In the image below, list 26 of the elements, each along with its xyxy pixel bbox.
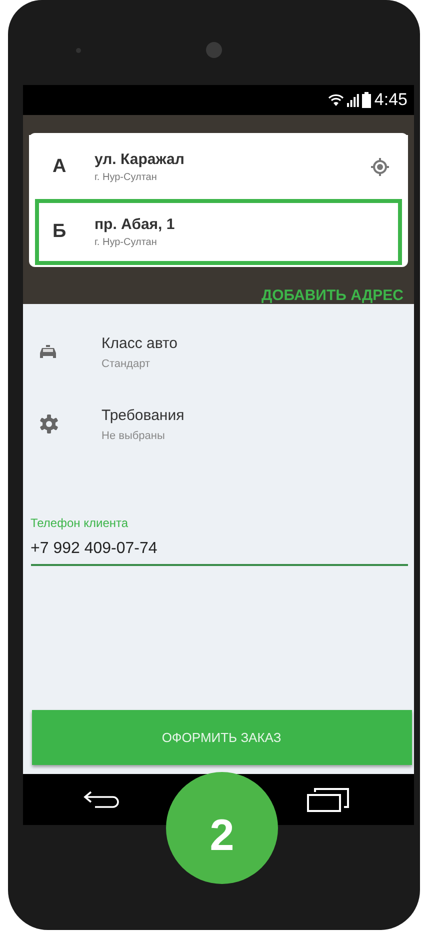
speaker-dot — [76, 48, 81, 53]
signal-icon — [347, 93, 360, 107]
phone-input-field[interactable]: Телефон клиента +7 992 409-07-74 — [30, 516, 408, 566]
field-label: Телефон клиента — [30, 516, 128, 530]
option-title[interactable]: Требования — [102, 406, 184, 424]
gear-icon — [38, 414, 58, 434]
point-letter: А — [52, 156, 68, 178]
camera-lens — [206, 42, 222, 58]
add-address-link[interactable]: ДОБАВИТЬ АДРЕС — [261, 287, 404, 304]
option-value: Стандарт — [102, 358, 150, 370]
car-icon — [38, 344, 56, 360]
option-value: Не выбраны — [102, 430, 165, 442]
address-street: ул. Каражал — [94, 151, 184, 168]
battery-icon — [362, 92, 372, 108]
address-street: пр. Абая, 1 — [94, 216, 175, 233]
address-city: г. Нур-Султан — [94, 172, 157, 183]
status-time: 4:45 — [374, 90, 408, 110]
option-title[interactable]: Класс авто — [102, 334, 178, 352]
address-city: г. Нур-Султан — [94, 237, 157, 248]
locate-icon[interactable] — [370, 157, 390, 177]
point-letter: Б — [52, 221, 68, 243]
back-icon[interactable] — [82, 788, 120, 810]
recent-apps-icon[interactable] — [306, 788, 348, 812]
address-row[interactable]: Б пр. Абая, 1 г. Нур-Султан — [34, 199, 402, 265]
wifi-icon — [328, 93, 344, 107]
field-value: +7 992 409-07-74 — [30, 540, 158, 558]
